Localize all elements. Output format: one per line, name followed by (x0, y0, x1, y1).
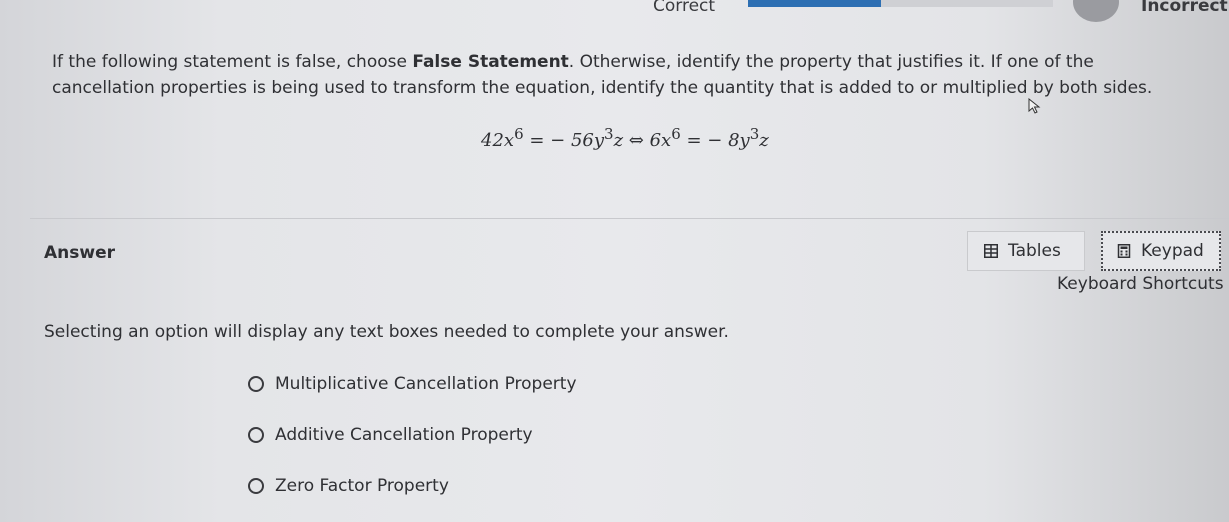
option-zero-factor[interactable]: Zero Factor Property (248, 473, 449, 499)
answer-heading: Answer (44, 243, 115, 263)
progress-indicator-icon (1073, 0, 1119, 22)
option-label: Additive Cancellation Property (275, 425, 533, 445)
answer-instruction: Selecting an option will display any tex… (44, 322, 729, 342)
keypad-button[interactable]: Keypad (1101, 231, 1221, 271)
keypad-label: Keypad (1141, 241, 1204, 261)
tables-label: Tables (1008, 241, 1061, 261)
correct-label: Correct (653, 0, 716, 16)
option-label: Zero Factor Property (275, 476, 449, 496)
option-multiplicative-cancellation[interactable]: Multiplicative Cancellation Property (248, 371, 577, 397)
option-additive-cancellation[interactable]: Additive Cancellation Property (248, 422, 533, 448)
question-text: If the following statement is false, cho… (52, 52, 1153, 98)
mouse-pointer-icon (1028, 98, 1041, 114)
false-statement-emphasis: False Statement (412, 52, 569, 72)
radio-button-icon[interactable] (248, 427, 264, 443)
progress-header: Correct Incorrect (0, 0, 1229, 28)
progress-bar-remaining (881, 0, 1053, 7)
radio-button-icon[interactable] (248, 376, 264, 392)
option-label: Multiplicative Cancellation Property (275, 374, 577, 394)
radio-button-icon[interactable] (248, 478, 264, 494)
tables-button[interactable]: Tables (967, 231, 1085, 271)
keyboard-shortcuts-link[interactable]: Keyboard Shortcuts (1057, 274, 1224, 294)
progress-bar-filled (748, 0, 881, 7)
equation: 42x6 = − 56y3z ⇔ 6x6 = − 8y3z (481, 125, 769, 151)
table-icon (984, 244, 998, 258)
incorrect-label: Incorrect (1141, 0, 1228, 16)
calculator-icon (1117, 244, 1131, 258)
section-divider (30, 218, 1229, 219)
